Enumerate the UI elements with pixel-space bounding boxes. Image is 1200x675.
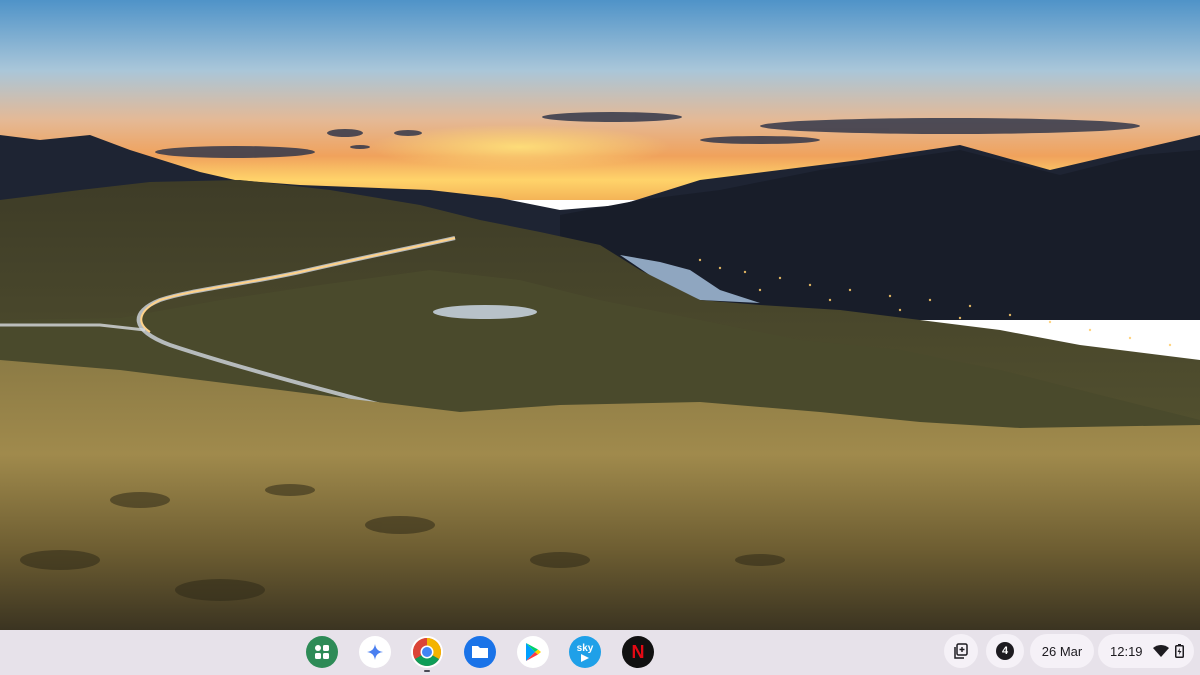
svg-text:sky: sky bbox=[577, 643, 594, 654]
netflix-icon[interactable]: N bbox=[622, 636, 654, 668]
time-label: 12:19 bbox=[1110, 643, 1143, 659]
gemini-icon[interactable] bbox=[359, 636, 391, 668]
clipboard-icon[interactable] bbox=[944, 634, 978, 668]
chrome-icon[interactable] bbox=[411, 636, 443, 668]
desktop bbox=[0, 0, 1200, 630]
date-label: 26 Mar bbox=[1041, 643, 1083, 659]
wifi-icon bbox=[1152, 645, 1169, 657]
status-area[interactable]: 12:19 bbox=[1098, 634, 1194, 668]
notification-button[interactable]: 4 bbox=[986, 634, 1024, 668]
running-indicator bbox=[424, 670, 430, 672]
wallpaper bbox=[0, 0, 1200, 630]
netflix-label: N bbox=[631, 641, 645, 662]
sky-icon[interactable]: sky bbox=[569, 636, 601, 668]
play-store-icon[interactable] bbox=[517, 636, 549, 668]
files-icon[interactable] bbox=[464, 636, 496, 668]
shelf: sky N 4 26 Mar 12:19 bbox=[0, 630, 1200, 675]
battery-icon bbox=[1174, 644, 1184, 658]
date-button[interactable]: 26 Mar bbox=[1030, 634, 1094, 668]
launcher-icon[interactable] bbox=[306, 636, 338, 668]
notification-count: 4 bbox=[996, 642, 1014, 660]
